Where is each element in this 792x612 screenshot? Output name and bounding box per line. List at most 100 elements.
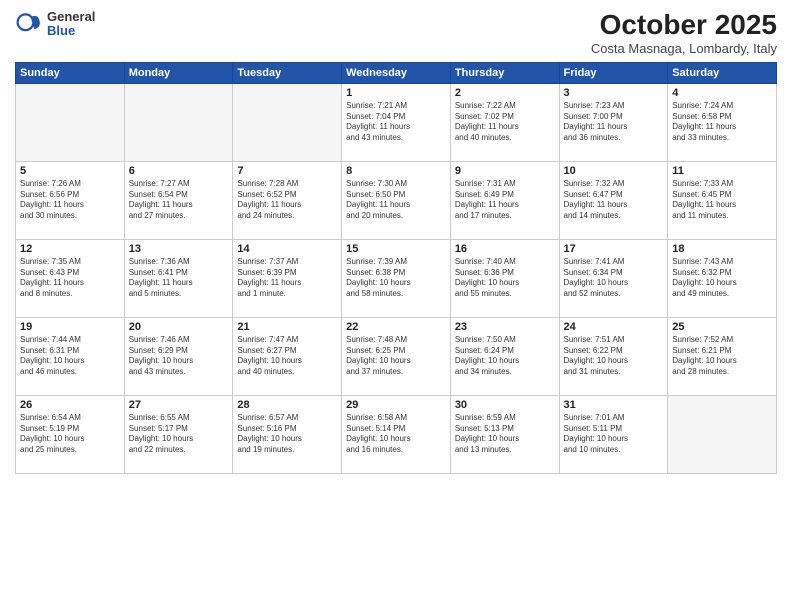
calendar-cell: 19 Sunrise: 7:44 AM Sunset: 6:31 PM Dayli…	[16, 317, 125, 395]
col-saturday: Saturday	[668, 62, 777, 83]
calendar-cell: 10 Sunrise: 7:32 AM Sunset: 6:47 PM Dayli…	[559, 161, 668, 239]
day-number: 18	[672, 243, 772, 255]
page-container: General Blue October 2025 Costa Masnaga,…	[0, 0, 792, 479]
calendar-cell: 7 Sunrise: 7:28 AM Sunset: 6:52 PM Daylig…	[233, 161, 342, 239]
calendar-cell: 12 Sunrise: 7:35 AM Sunset: 6:43 PM Dayli…	[16, 239, 125, 317]
calendar-cell: 21Sunrise: 7:47 AM Sunset: 6:27 PM Dayli…	[233, 317, 342, 395]
day-number: 8	[346, 165, 446, 177]
day-info: Sunrise: 7:39 AM Sunset: 6:38 PM Dayligh…	[346, 257, 446, 300]
day-number: 3	[564, 87, 664, 99]
calendar-cell: 27 Sunrise: 6:55 AM Sunset: 5:17 PM Dayli…	[124, 395, 233, 473]
calendar-cell	[16, 83, 125, 161]
calendar-week-2: 5Sunrise: 7:26 AM Sunset: 6:56 PM Daylig…	[16, 161, 777, 239]
day-number: 29	[346, 399, 446, 411]
day-info: Sunrise: 7:33 AM Sunset: 6:45 PM Dayligh…	[672, 179, 772, 222]
day-number: 22	[346, 321, 446, 333]
calendar-cell: 9Sunrise: 7:31 AM Sunset: 6:49 PM Daylig…	[450, 161, 559, 239]
day-number: 21	[237, 321, 337, 333]
calendar-cell: 8 Sunrise: 7:30 AM Sunset: 6:50 PM Daylig…	[342, 161, 451, 239]
day-info: Sunrise: 7:24 AM Sunset: 6:58 PM Dayligh…	[672, 101, 772, 144]
col-thursday: Thursday	[450, 62, 559, 83]
day-number: 5	[20, 165, 120, 177]
logo-general-text: General	[47, 10, 95, 24]
day-info: Sunrise: 7:44 AM Sunset: 6:31 PM Dayligh…	[20, 335, 120, 378]
calendar-cell: 11 Sunrise: 7:33 AM Sunset: 6:45 PM Dayli…	[668, 161, 777, 239]
calendar-cell: 13Sunrise: 7:36 AM Sunset: 6:41 PM Dayli…	[124, 239, 233, 317]
day-info: Sunrise: 6:55 AM Sunset: 5:17 PM Dayligh…	[129, 413, 229, 456]
day-info: Sunrise: 7:50 AM Sunset: 6:24 PM Dayligh…	[455, 335, 555, 378]
calendar-cell: 3 Sunrise: 7:23 AM Sunset: 7:00 PM Daylig…	[559, 83, 668, 161]
calendar-cell: 2Sunrise: 7:22 AM Sunset: 7:02 PM Daylig…	[450, 83, 559, 161]
calendar-cell: 31 Sunrise: 7:01 AM Sunset: 5:11 PM Dayli…	[559, 395, 668, 473]
day-number: 1	[346, 87, 446, 99]
calendar-week-5: 26 Sunrise: 6:54 AM Sunset: 5:19 PM Dayli…	[16, 395, 777, 473]
calendar-body: 1 Sunrise: 7:21 AM Sunset: 7:04 PM Daylig…	[16, 83, 777, 473]
col-tuesday: Tuesday	[233, 62, 342, 83]
day-number: 19	[20, 321, 120, 333]
day-number: 17	[564, 243, 664, 255]
day-info: Sunrise: 7:01 AM Sunset: 5:11 PM Dayligh…	[564, 413, 664, 456]
day-number: 26	[20, 399, 120, 411]
day-number: 31	[564, 399, 664, 411]
day-number: 7	[237, 165, 337, 177]
logo: General Blue	[15, 10, 95, 39]
col-friday: Friday	[559, 62, 668, 83]
day-info: Sunrise: 7:40 AM Sunset: 6:36 PM Dayligh…	[455, 257, 555, 300]
calendar-table: Sunday Monday Tuesday Wednesday Thursday…	[15, 62, 777, 474]
day-number: 12	[20, 243, 120, 255]
day-info: Sunrise: 6:54 AM Sunset: 5:19 PM Dayligh…	[20, 413, 120, 456]
calendar-cell: 26 Sunrise: 6:54 AM Sunset: 5:19 PM Dayli…	[16, 395, 125, 473]
day-info: Sunrise: 7:35 AM Sunset: 6:43 PM Dayligh…	[20, 257, 120, 300]
day-info: Sunrise: 7:32 AM Sunset: 6:47 PM Dayligh…	[564, 179, 664, 222]
day-number: 15	[346, 243, 446, 255]
calendar-cell	[668, 395, 777, 473]
month-title: October 2025	[591, 10, 777, 41]
day-info: Sunrise: 7:43 AM Sunset: 6:32 PM Dayligh…	[672, 257, 772, 300]
day-number: 9	[455, 165, 555, 177]
calendar-cell: 18 Sunrise: 7:43 AM Sunset: 6:32 PM Dayli…	[668, 239, 777, 317]
day-info: Sunrise: 7:30 AM Sunset: 6:50 PM Dayligh…	[346, 179, 446, 222]
day-info: Sunrise: 7:48 AM Sunset: 6:25 PM Dayligh…	[346, 335, 446, 378]
logo-icon	[15, 10, 43, 38]
calendar-cell: 4 Sunrise: 7:24 AM Sunset: 6:58 PM Daylig…	[668, 83, 777, 161]
calendar-cell: 5Sunrise: 7:26 AM Sunset: 6:56 PM Daylig…	[16, 161, 125, 239]
calendar-cell: 29Sunrise: 6:58 AM Sunset: 5:14 PM Dayli…	[342, 395, 451, 473]
calendar-cell: 22 Sunrise: 7:48 AM Sunset: 6:25 PM Dayli…	[342, 317, 451, 395]
day-number: 11	[672, 165, 772, 177]
calendar-cell	[233, 83, 342, 161]
day-number: 27	[129, 399, 229, 411]
day-info: Sunrise: 7:37 AM Sunset: 6:39 PM Dayligh…	[237, 257, 337, 300]
day-info: Sunrise: 7:28 AM Sunset: 6:52 PM Dayligh…	[237, 179, 337, 222]
day-info: Sunrise: 7:23 AM Sunset: 7:00 PM Dayligh…	[564, 101, 664, 144]
col-wednesday: Wednesday	[342, 62, 451, 83]
calendar-cell: 23Sunrise: 7:50 AM Sunset: 6:24 PM Dayli…	[450, 317, 559, 395]
header-row: Sunday Monday Tuesday Wednesday Thursday…	[16, 62, 777, 83]
calendar-cell: 20Sunrise: 7:46 AM Sunset: 6:29 PM Dayli…	[124, 317, 233, 395]
title-block: October 2025 Costa Masnaga, Lombardy, It…	[591, 10, 777, 56]
calendar-cell: 25Sunrise: 7:52 AM Sunset: 6:21 PM Dayli…	[668, 317, 777, 395]
location-subtitle: Costa Masnaga, Lombardy, Italy	[591, 41, 777, 56]
day-number: 10	[564, 165, 664, 177]
calendar-cell: 24Sunrise: 7:51 AM Sunset: 6:22 PM Dayli…	[559, 317, 668, 395]
day-number: 6	[129, 165, 229, 177]
day-number: 16	[455, 243, 555, 255]
calendar-week-1: 1 Sunrise: 7:21 AM Sunset: 7:04 PM Daylig…	[16, 83, 777, 161]
calendar-cell: 30Sunrise: 6:59 AM Sunset: 5:13 PM Dayli…	[450, 395, 559, 473]
calendar-week-4: 19 Sunrise: 7:44 AM Sunset: 6:31 PM Dayli…	[16, 317, 777, 395]
calendar-header: Sunday Monday Tuesday Wednesday Thursday…	[16, 62, 777, 83]
day-number: 13	[129, 243, 229, 255]
day-info: Sunrise: 6:59 AM Sunset: 5:13 PM Dayligh…	[455, 413, 555, 456]
day-number: 4	[672, 87, 772, 99]
col-sunday: Sunday	[16, 62, 125, 83]
day-number: 28	[237, 399, 337, 411]
calendar-cell: 28Sunrise: 6:57 AM Sunset: 5:16 PM Dayli…	[233, 395, 342, 473]
day-info: Sunrise: 7:46 AM Sunset: 6:29 PM Dayligh…	[129, 335, 229, 378]
day-info: Sunrise: 7:21 AM Sunset: 7:04 PM Dayligh…	[346, 101, 446, 144]
calendar-cell: 16 Sunrise: 7:40 AM Sunset: 6:36 PM Dayli…	[450, 239, 559, 317]
day-info: Sunrise: 7:27 AM Sunset: 6:54 PM Dayligh…	[129, 179, 229, 222]
day-number: 25	[672, 321, 772, 333]
header: General Blue October 2025 Costa Masnaga,…	[15, 10, 777, 56]
day-info: Sunrise: 7:22 AM Sunset: 7:02 PM Dayligh…	[455, 101, 555, 144]
day-number: 14	[237, 243, 337, 255]
day-number: 24	[564, 321, 664, 333]
